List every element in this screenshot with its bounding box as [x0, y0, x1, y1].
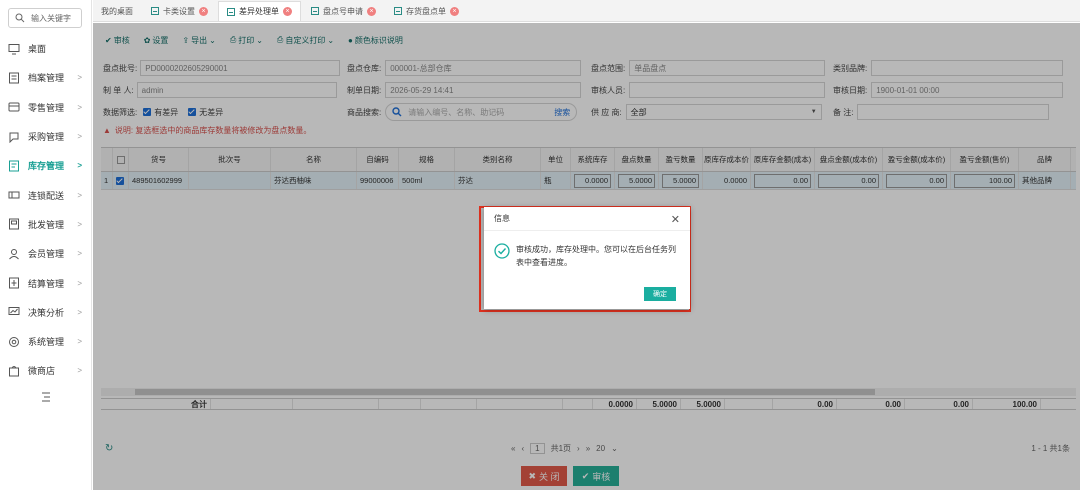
close-icon[interactable]: × — [367, 6, 376, 16]
chevron-right-icon: > — [77, 366, 82, 376]
dialog-body: 审核成功，库存处理中。您可以在后台任务列表中查看进度。 — [484, 231, 690, 269]
sidebar-item-member[interactable]: 会员管理 > — [0, 239, 92, 268]
close-icon[interactable]: × — [450, 6, 459, 16]
close-icon[interactable]: × — [199, 6, 208, 16]
menu-collapse-icon[interactable] — [39, 390, 53, 404]
tab-label: 差异处理单 — [239, 7, 279, 16]
tab-stock-count[interactable]: 存货盘点单 × — [386, 1, 467, 21]
settlement-icon — [9, 277, 19, 289]
purchase-icon — [9, 132, 19, 143]
table-icon — [311, 7, 319, 15]
sidebar-item-label: 零售管理 — [28, 102, 65, 113]
sidebar-item-label: 桌面 — [28, 44, 47, 55]
sidebar-item-inventory[interactable]: 库存管理 > — [0, 151, 92, 180]
dialog-message: 审核成功，库存处理中。您可以在后台任务列表中查看进度。 — [516, 245, 676, 267]
retail-icon — [8, 102, 20, 112]
sidebar-item-desktop[interactable]: 桌面 — [0, 34, 92, 63]
sidebar-item-label: 库存管理 — [28, 161, 65, 172]
sidebar-item-wholesale[interactable]: 批发管理 > — [0, 210, 92, 239]
sidebar-item-label: 微商店 — [28, 366, 56, 377]
search-input[interactable]: 输入关键字 — [8, 8, 82, 28]
dialog-header: 信息 ✕ — [484, 207, 690, 231]
tab-label: 我的桌面 — [101, 6, 133, 16]
wholesale-icon — [9, 218, 19, 230]
delivery-icon — [8, 191, 20, 199]
sidebar: 输入关键字 桌面 档案管理 > 零售管理 > 采购管理 > 库存管理 > 连锁配… — [0, 0, 92, 490]
sidebar-item-label: 档案管理 — [28, 73, 65, 84]
shop-icon — [9, 365, 19, 377]
dialog-title: 信息 — [494, 214, 510, 223]
inventory-icon — [9, 160, 19, 172]
sidebar-item-label: 连锁配送 — [28, 190, 65, 201]
chevron-right-icon: > — [77, 337, 82, 347]
sidebar-nav: 桌面 档案管理 > 零售管理 > 采购管理 > 库存管理 > 连锁配送 > 批发… — [0, 34, 92, 386]
tab-card-settings[interactable]: 卡类设置 × — [143, 1, 216, 21]
sidebar-item-archive[interactable]: 档案管理 > — [0, 63, 92, 92]
table-icon — [151, 7, 159, 15]
chevron-right-icon: > — [77, 161, 82, 171]
success-check-icon — [494, 243, 510, 259]
sidebar-item-retail[interactable]: 零售管理 > — [0, 93, 92, 122]
tab-count-apply[interactable]: 盘点号申请 × — [303, 1, 384, 21]
close-icon[interactable]: ✕ — [671, 213, 680, 226]
sidebar-item-label: 批发管理 — [28, 219, 65, 230]
confirm-button[interactable]: 确定 — [644, 287, 676, 301]
sidebar-item-shop[interactable]: 微商店 > — [0, 356, 92, 385]
info-dialog: 信息 ✕ 审核成功，库存处理中。您可以在后台任务列表中查看进度。 确定 — [484, 207, 690, 309]
tab-bar: 我的桌面 卡类设置 × 差异处理单 × 盘点号申请 × 存货盘点单 × — [93, 0, 1080, 22]
tab-label: 卡类设置 — [163, 6, 195, 16]
monitor-icon — [8, 43, 20, 55]
chevron-right-icon: > — [77, 73, 82, 83]
tab-label: 存货盘点单 — [406, 6, 446, 16]
analysis-icon — [8, 307, 20, 316]
sidebar-item-label: 会员管理 — [28, 249, 65, 260]
search-icon — [15, 13, 25, 23]
member-icon — [9, 248, 19, 260]
sidebar-item-purchase[interactable]: 采购管理 > — [0, 122, 92, 151]
tab-desktop[interactable]: 我的桌面 — [93, 1, 141, 21]
sidebar-item-label: 结算管理 — [28, 278, 65, 289]
table-icon — [227, 7, 235, 16]
tab-label: 盘点号申请 — [323, 6, 363, 16]
sidebar-item-label: 采购管理 — [28, 132, 65, 143]
sidebar-item-label: 决策分析 — [28, 307, 65, 318]
tab-diff-process[interactable]: 差异处理单 × — [218, 1, 301, 21]
table-icon — [394, 7, 402, 15]
close-icon[interactable]: × — [283, 7, 292, 16]
chevron-right-icon: > — [77, 102, 82, 112]
chevron-right-icon: > — [77, 132, 82, 142]
sidebar-item-delivery[interactable]: 连锁配送 > — [0, 180, 92, 209]
chevron-right-icon: > — [77, 307, 82, 317]
chevron-right-icon: > — [77, 219, 82, 229]
search-placeholder: 输入关键字 — [31, 13, 71, 23]
sidebar-item-system[interactable]: 系统管理 > — [0, 327, 92, 356]
chevron-right-icon: > — [77, 249, 82, 259]
sidebar-item-label: 系统管理 — [28, 337, 65, 348]
gear-icon — [9, 336, 19, 347]
sidebar-item-analysis[interactable]: 决策分析 > — [0, 298, 92, 327]
chevron-right-icon: > — [77, 278, 82, 288]
chevron-right-icon: > — [77, 190, 82, 200]
archive-icon — [9, 72, 19, 84]
sidebar-item-settlement[interactable]: 结算管理 > — [0, 268, 92, 297]
